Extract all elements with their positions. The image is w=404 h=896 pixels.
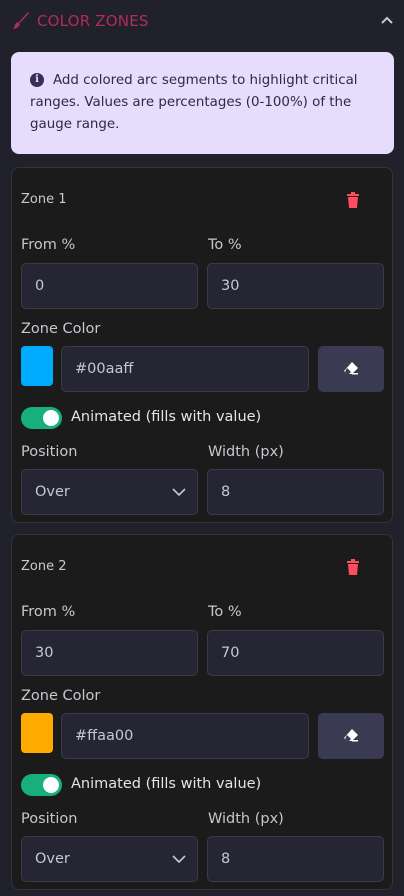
from-input[interactable]: 0 (21, 263, 198, 309)
zone-title: Zone 2 (21, 559, 67, 574)
from-label: From % (21, 237, 76, 253)
position-value: Over (35, 851, 70, 867)
position-select[interactable]: Over (21, 469, 198, 515)
info-text: Add colored arc segments to highlight cr… (30, 73, 358, 132)
width-label: Width (px) (208, 444, 284, 460)
color-zones-header[interactable]: COLOR ZONES (0, 0, 404, 42)
width-input[interactable]: 8 (207, 469, 384, 515)
section-title: COLOR ZONES (37, 12, 149, 30)
position-select[interactable]: Over (21, 836, 198, 882)
animated-label: Animated (fills with value) (71, 409, 262, 425)
trash-icon[interactable] (346, 192, 360, 208)
from-label: From % (21, 604, 76, 620)
position-label: Position (21, 444, 78, 460)
position-value: Over (35, 484, 70, 500)
eraser-icon (344, 362, 358, 375)
clear-color-button[interactable] (318, 346, 384, 392)
zone-color-label: Zone Color (21, 688, 101, 704)
info-box: i Add colored arc segments to highlight … (11, 52, 394, 154)
zone-title: Zone 1 (21, 192, 67, 207)
trash-icon[interactable] (346, 559, 360, 575)
chevron-up-icon[interactable] (380, 14, 394, 26)
color-hex-input[interactable]: #00aaff (61, 346, 309, 392)
animated-toggle[interactable] (21, 774, 62, 796)
paint-brush-icon (13, 12, 29, 29)
chevron-down-icon (172, 855, 186, 863)
zone-color-label: Zone Color (21, 321, 101, 337)
toggle-knob (43, 777, 59, 793)
zone-card: Zone 2 From % To % 30 70 Zone Color #ffa… (11, 534, 393, 890)
toggle-knob (43, 410, 59, 426)
to-input[interactable]: 70 (207, 630, 384, 676)
animated-toggle[interactable] (21, 407, 62, 429)
eraser-icon (344, 729, 358, 742)
chevron-down-icon (172, 488, 186, 496)
color-hex-input[interactable]: #ffaa00 (61, 713, 309, 759)
position-label: Position (21, 811, 78, 827)
width-input[interactable]: 8 (207, 836, 384, 882)
color-swatch[interactable] (21, 346, 53, 386)
clear-color-button[interactable] (318, 713, 384, 759)
from-input[interactable]: 30 (21, 630, 198, 676)
width-label: Width (px) (208, 811, 284, 827)
to-label: To % (208, 237, 242, 253)
to-label: To % (208, 604, 242, 620)
zone-card: Zone 1 From % To % 0 30 Zone Color #00aa… (11, 167, 393, 523)
animated-label: Animated (fills with value) (71, 776, 262, 792)
to-input[interactable]: 30 (207, 263, 384, 309)
color-swatch[interactable] (21, 713, 53, 753)
